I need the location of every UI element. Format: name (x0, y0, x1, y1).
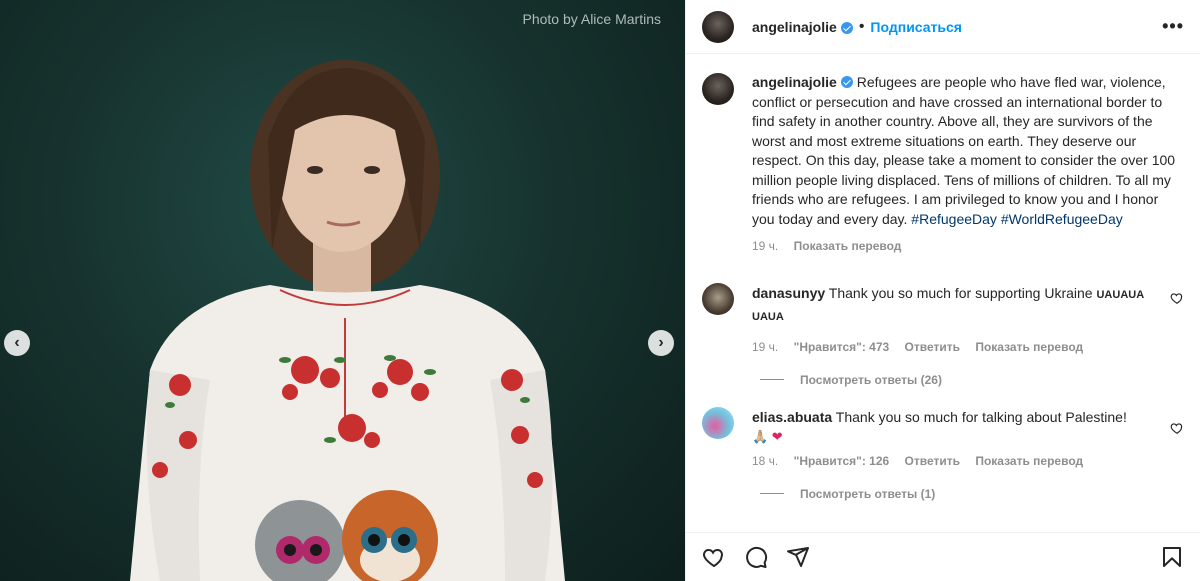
commenter-username[interactable]: elias.abuata (752, 409, 832, 425)
heart-icon[interactable] (1170, 291, 1184, 305)
hashtag-worldrefugeeday[interactable]: #WorldRefugeeDay (1001, 211, 1123, 227)
view-replies-label: Посмотреть ответы (26) (800, 372, 942, 387)
chevron-right-icon: › (658, 334, 664, 351)
share-icon[interactable] (786, 545, 810, 569)
bookmark-icon[interactable] (1160, 545, 1184, 569)
separator-dot: • (858, 17, 865, 35)
reply-link[interactable]: Ответить (905, 454, 960, 468)
comment-translate-link[interactable]: Показать перевод (975, 340, 1083, 354)
action-bar (686, 532, 1200, 581)
author-username[interactable]: angelinajolie (752, 19, 837, 35)
commenter-avatar[interactable] (702, 406, 734, 439)
comments-area[interactable]: angelinajolie Refugees are people who ha… (686, 55, 1200, 532)
heart-icon[interactable] (702, 545, 726, 569)
caption-time: 19 ч. (752, 239, 779, 253)
post-header: angelinajolie • Подписаться ••• (686, 0, 1200, 54)
more-icon[interactable]: ••• (1162, 16, 1184, 37)
view-replies-button[interactable]: Посмотреть ответы (26) (760, 373, 1184, 387)
comment-item: danasunyy Thank you so much for supporti… (702, 282, 1184, 357)
next-slide-button[interactable]: › (648, 330, 674, 356)
replies-divider (760, 379, 784, 380)
caption-text: Refugees are people who have fled war, v… (752, 74, 1176, 227)
comment-icon[interactable] (744, 545, 768, 569)
previous-slide-button[interactable]: ‹ (4, 330, 30, 356)
reply-link[interactable]: Ответить (905, 340, 960, 354)
comment-time: 18 ч. (752, 453, 779, 468)
comment-likes[interactable]: "Нравится": 473 (794, 340, 890, 354)
follow-button[interactable]: Подписаться (870, 19, 962, 35)
view-replies-label: Посмотреть ответы (1) (800, 486, 936, 501)
comment-likes[interactable]: "Нравится": 126 (794, 454, 890, 468)
caption-avatar[interactable] (702, 73, 734, 105)
photo-credit: Photo by Alice Martins (522, 11, 661, 27)
commenter-avatar[interactable] (702, 282, 734, 315)
comment-text: Thank you so much for talking about Pale… (835, 408, 1127, 425)
verified-icon (840, 76, 853, 88)
photo-scene (130, 60, 565, 581)
comment-text: Thank you so much for supporting Ukraine (828, 284, 1093, 301)
caption-username[interactable]: angelinajolie (752, 74, 837, 90)
comment-translate-link[interactable]: Показать перевод (975, 454, 1083, 468)
caption-translate-link[interactable]: Показать перевод (794, 239, 902, 253)
commenter-username[interactable]: danasunyy (752, 285, 825, 301)
comment-time: 19 ч. (752, 339, 779, 354)
post-media[interactable]: Photo by Alice Martins ‹ › (0, 0, 685, 581)
post-panel: angelinajolie • Подписаться ••• angelina… (685, 0, 1200, 581)
verified-icon (840, 21, 853, 34)
replies-divider (760, 493, 784, 494)
chevron-left-icon: ‹ (14, 334, 20, 351)
hashtag-refugeeday[interactable]: #RefugeeDay (911, 211, 997, 227)
caption: angelinajolie Refugees are people who ha… (702, 73, 1184, 257)
heart-icon[interactable] (1170, 421, 1184, 435)
comment-emoji: 🙏🏼 ❤ (752, 428, 783, 444)
author-avatar[interactable] (702, 10, 734, 43)
view-replies-button[interactable]: Посмотреть ответы (1) (760, 487, 1184, 501)
comment-item: elias.abuata Thank you so much for talki… (702, 406, 1184, 471)
